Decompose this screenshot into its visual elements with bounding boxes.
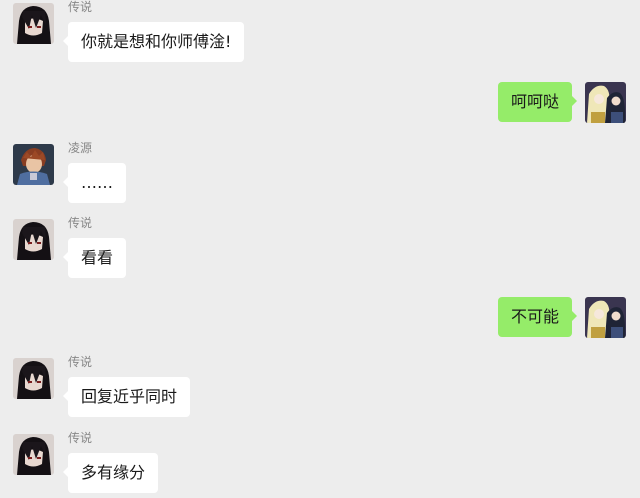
message-bubble[interactable]: 你就是想和你师傅淦! [62,22,245,62]
avatar-dark-hair-icon[interactable] [13,219,54,260]
sender-name: 凌源 [68,141,93,155]
avatar-dark-hair-icon[interactable] [13,434,54,475]
avatar-dark-hair-icon[interactable] [13,358,54,399]
sender-name: 传说 [68,431,93,445]
message-bubble[interactable]: 不可能 [497,297,578,337]
avatar-dark-hair-icon[interactable] [13,3,54,44]
sender-name: 传说 [68,216,93,230]
sender-name: 传说 [68,0,93,14]
avatar-anime-duo-icon[interactable] [585,297,626,338]
sender-name: 传说 [68,355,93,369]
message-bubble[interactable]: 多有缘分 [62,453,159,493]
message-bubble[interactable]: …… [63,163,126,203]
message-bubble[interactable]: 看看 [62,238,127,278]
avatar-anime-duo-icon[interactable] [585,82,626,123]
chat-message-list[interactable]: 传说 你就是想和你师傅淦! 呵呵哒 凌源 …… 传说 看看 不可能 传说 回复近… [0,0,640,498]
message-bubble[interactable]: 呵呵哒 [497,82,578,122]
avatar-armored-boy-icon[interactable] [13,144,54,185]
message-bubble[interactable]: 回复近乎同时 [62,377,191,417]
